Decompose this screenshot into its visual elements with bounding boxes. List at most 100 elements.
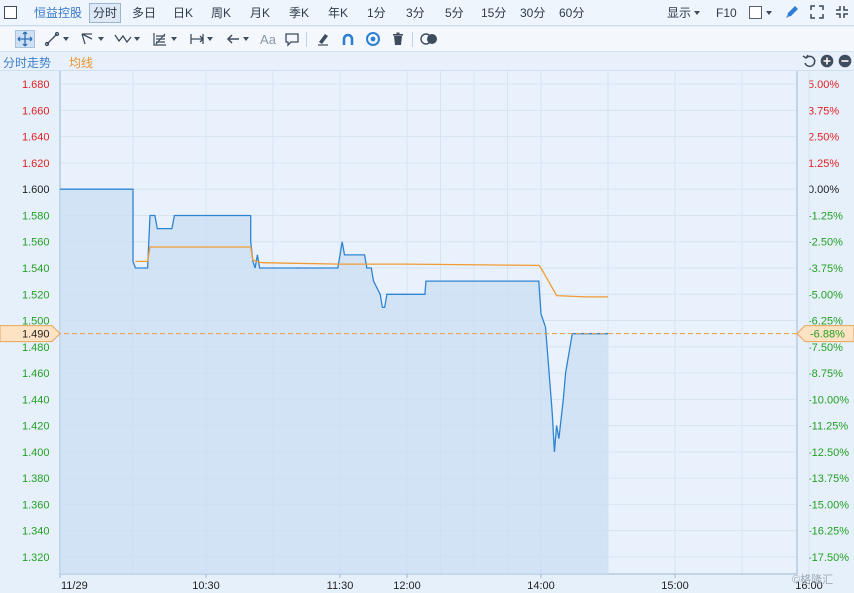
fullscreen-icon[interactable] — [809, 4, 825, 23]
toolbar-divider — [306, 32, 307, 47]
watermark-text: ©格隆汇 — [792, 572, 833, 586]
tab-period-week[interactable]: 周K — [211, 4, 231, 22]
eraser-icon[interactable] — [313, 30, 333, 48]
time-tick-label: 15:00 — [661, 580, 689, 592]
chart-window: 恒益控股 分时 多日 日K 周K 月K 季K 年K 1分 3分 5分 15分 3… — [0, 0, 854, 593]
price-tick-label: 1.640 — [22, 132, 50, 144]
pct-tick-label: -13.75% — [808, 473, 849, 485]
toolbar-divider — [412, 32, 413, 47]
price-tick-label: 1.320 — [22, 552, 50, 564]
price-tick-label: 1.400 — [22, 447, 50, 459]
display-dropdown-caret-icon[interactable] — [694, 11, 700, 15]
legend-bar: 分时走势 均线 — [0, 52, 854, 71]
compare-icon[interactable] — [419, 30, 439, 48]
tab-period-5min[interactable]: 5分 — [445, 4, 464, 22]
tab-period-30min[interactable]: 30分 — [520, 4, 545, 22]
price-tick-label: 1.620 — [22, 158, 50, 170]
price-tick-label: 1.580 — [22, 210, 50, 222]
fib-tool-caret-icon[interactable] — [171, 37, 177, 41]
tab-period-3min[interactable]: 3分 — [406, 4, 425, 22]
current-pct-label: -6.88% — [810, 329, 845, 341]
pct-tick-label: -11.25% — [808, 421, 848, 433]
price-tick-label: 1.520 — [22, 289, 50, 301]
layout-caret-icon[interactable] — [766, 11, 772, 15]
ray-tool-caret-icon[interactable] — [98, 37, 104, 41]
range-tool-icon[interactable] — [187, 30, 207, 48]
eye-icon[interactable] — [363, 30, 383, 48]
tab-period-multiday[interactable]: 多日 — [132, 4, 156, 22]
pct-tick-label: -16.25% — [808, 526, 849, 538]
zoom-in-icon[interactable] — [820, 54, 834, 71]
pen-icon[interactable] — [784, 4, 800, 23]
undo-icon[interactable] — [802, 54, 816, 71]
tab-period-year[interactable]: 年K — [328, 4, 348, 22]
pct-tick-label: -17.50% — [808, 552, 849, 564]
pct-tick-label: 2.50% — [808, 132, 839, 144]
price-tick-label: 1.380 — [22, 473, 50, 485]
arrow-tool-icon[interactable] — [223, 30, 243, 48]
legend-price-label[interactable]: 分时走势 — [3, 54, 51, 71]
price-tick-label: 1.600 — [22, 184, 50, 196]
pct-tick-label: 1.25% — [808, 158, 839, 170]
pct-tick-label: 3.75% — [808, 105, 839, 117]
tab-period-month[interactable]: 月K — [250, 4, 270, 22]
pct-tick-label: -2.50% — [808, 237, 843, 249]
price-tick-label: 1.420 — [22, 421, 50, 433]
wave-tool-icon[interactable] — [113, 30, 133, 48]
pct-tick-label: 0.00% — [808, 184, 839, 196]
trash-icon[interactable] — [388, 30, 408, 48]
drawing-toolbar: Aa — [0, 27, 854, 52]
arrow-tool-caret-icon[interactable] — [243, 37, 249, 41]
price-tick-label: 1.440 — [22, 394, 50, 406]
current-price-label: 1.490 — [22, 329, 50, 341]
text-tool-button[interactable]: Aa — [257, 30, 279, 48]
display-dropdown-label[interactable]: 显示 — [667, 4, 691, 22]
tab-period-15min[interactable]: 15分 — [481, 4, 506, 22]
tab-period-1min[interactable]: 1分 — [367, 4, 386, 22]
price-tick-label: 1.540 — [22, 263, 50, 275]
time-tick-label: 11:30 — [327, 580, 354, 592]
range-tool-caret-icon[interactable] — [207, 37, 213, 41]
price-tick-label: 1.480 — [22, 342, 50, 354]
fib-tool-icon[interactable] — [150, 30, 170, 48]
price-tick-label: 1.660 — [22, 105, 50, 117]
wave-tool-caret-icon[interactable] — [134, 37, 140, 41]
pct-tick-label: -5.00% — [808, 289, 843, 301]
price-tick-label: 1.360 — [22, 499, 50, 511]
tab-period-day[interactable]: 日K — [173, 4, 193, 22]
legend-avg-label[interactable]: 均线 — [69, 54, 93, 71]
layout-box-icon[interactable] — [749, 6, 762, 19]
pct-tick-label: -15.00% — [808, 499, 849, 511]
pct-tick-label: -8.75% — [808, 368, 843, 380]
price-tick-label: 1.680 — [22, 79, 50, 91]
period-toolbar: 恒益控股 分时 多日 日K 周K 月K 季K 年K 1分 3分 5分 15分 3… — [0, 0, 854, 26]
pct-tick-label: -3.75% — [808, 263, 843, 275]
move-cursor-icon[interactable] — [15, 30, 35, 48]
ray-tool-icon[interactable] — [77, 30, 97, 48]
pct-tick-label: -7.50% — [808, 342, 843, 354]
stock-name[interactable]: 恒益控股 — [34, 4, 82, 22]
line-tool-caret-icon[interactable] — [63, 37, 69, 41]
time-tick-label: 14:00 — [527, 580, 555, 592]
price-tick-label: 1.340 — [22, 526, 50, 538]
price-tick-label: 1.560 — [22, 237, 50, 249]
time-tick-label: 12:00 — [393, 580, 421, 592]
time-tick-label: 11/29 — [61, 580, 88, 592]
f10-button[interactable]: F10 — [716, 4, 737, 22]
tab-period-intraday[interactable]: 分时 — [89, 3, 122, 23]
pct-tick-label: 5.00% — [808, 79, 839, 91]
comment-tool-icon[interactable] — [282, 30, 302, 48]
tab-period-quarter[interactable]: 季K — [289, 4, 309, 22]
zoom-out-icon[interactable] — [838, 54, 852, 71]
pct-tick-label: -1.25% — [808, 210, 843, 222]
magnet-icon[interactable] — [338, 30, 358, 48]
intraday-chart[interactable]: 1.680 5.00% 1.660 3.75% 1.640 2.50% 1.620 1.25%… — [0, 71, 854, 593]
sidebar-toggle-icon[interactable] — [4, 6, 17, 19]
price-tick-label: 1.460 — [22, 368, 50, 380]
pct-tick-label: -12.50% — [808, 447, 849, 459]
pct-tick-label: -10.00% — [808, 394, 849, 406]
collapse-icon[interactable] — [834, 4, 850, 23]
line-tool-icon[interactable] — [42, 30, 62, 48]
tab-period-60min[interactable]: 60分 — [559, 4, 584, 22]
time-tick-label: 10:30 — [192, 580, 220, 592]
